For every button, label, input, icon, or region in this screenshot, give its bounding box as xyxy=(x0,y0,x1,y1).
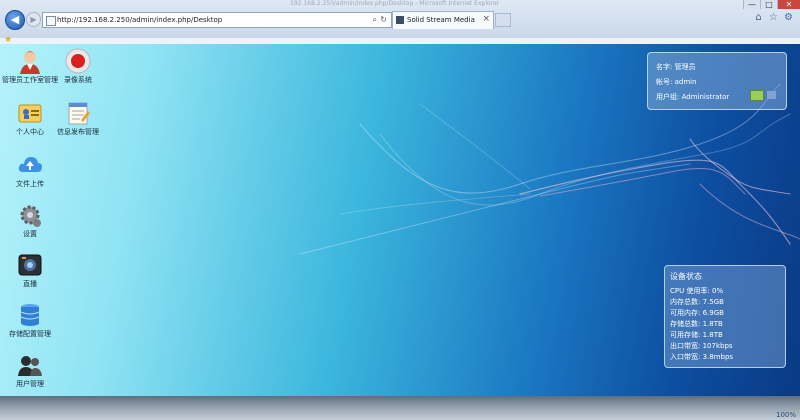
window-title: 192.168.2.250/admin/index.php/Desktop - … xyxy=(290,0,500,7)
page-icon xyxy=(46,16,56,26)
status-storage-total: 存储总数: 1.8TB xyxy=(670,320,723,328)
desktop: 管理员工作室管理 录像系统 个人中心 信息发布管理 文件上传 设置 直播 存储配… xyxy=(0,44,800,396)
back-icon: ◀ xyxy=(10,13,20,26)
icon-label: 录像系统 xyxy=(64,76,92,84)
tab-favicon-icon xyxy=(396,16,404,24)
id-card-icon xyxy=(17,100,43,126)
toolbar-icons: ⌂ ☆ ⚙ xyxy=(753,12,794,23)
url-text[interactable]: http://192.168.2.250/admin/index.php/Des… xyxy=(57,14,222,26)
home-icon[interactable]: ⌂ xyxy=(753,12,764,23)
browser-chrome: 192.168.2.250/admin/index.php/Desktop - … xyxy=(0,0,800,39)
status-cpu: CPU 使用率: 0% xyxy=(670,287,724,295)
icon-label: 直播 xyxy=(23,280,37,288)
icon-label: 信息发布管理 xyxy=(57,128,99,136)
user-name: 名字: 管理员 xyxy=(656,63,696,71)
desktop-icon-record[interactable]: 录像系统 xyxy=(50,48,106,85)
favorites-icon[interactable]: ☆ xyxy=(768,12,779,23)
search-icon[interactable]: ⌕ xyxy=(373,13,377,26)
desktop-icon-settings[interactable]: 设置 xyxy=(2,202,58,239)
maximize-button[interactable]: □ xyxy=(760,0,777,9)
record-icon xyxy=(65,48,91,74)
logout-icon[interactable] xyxy=(767,91,776,99)
close-window-button[interactable]: ✕ xyxy=(777,0,800,9)
desktop-icon-storage[interactable]: 存储配置管理 xyxy=(2,302,58,339)
icon-label: 存储配置管理 xyxy=(9,330,51,338)
status-mem-total: 内存总数: 7.5GB xyxy=(670,298,724,306)
close-tab-icon[interactable]: × xyxy=(482,14,490,24)
icon-label: 文件上传 xyxy=(16,180,44,188)
taskbar: 100% xyxy=(0,396,800,420)
user-info-panel: 名字: 管理员 帐号: admin 用户组: Administrator xyxy=(647,52,787,110)
gear-icon xyxy=(17,202,43,228)
status-title: 设备状态 xyxy=(670,272,702,281)
back-button[interactable]: ◀ xyxy=(5,10,25,30)
address-bar[interactable]: http://192.168.2.250/admin/index.php/Des… xyxy=(42,12,392,28)
status-mem-free: 可用内存: 6.9GB xyxy=(670,309,724,317)
tab-title: Solid Stream Media Syst... xyxy=(407,16,477,24)
desktop-icon-users[interactable]: 用户管理 xyxy=(2,352,58,389)
user-account: 帐号: admin xyxy=(656,78,697,86)
settings-icon[interactable]: ⚙ xyxy=(783,12,794,23)
monitor-icon[interactable] xyxy=(750,90,764,101)
desktop-icon-live[interactable]: 直播 xyxy=(2,252,58,289)
status-storage-free: 可用存储: 1.8TB xyxy=(670,331,723,339)
desktop-icon-upload[interactable]: 文件上传 xyxy=(2,152,58,189)
forward-button[interactable]: ▶ xyxy=(26,12,41,27)
user-group: 用户组: Administrator xyxy=(656,93,730,101)
camera-icon xyxy=(17,252,43,278)
icon-label: 用户管理 xyxy=(16,380,44,388)
zoom-level[interactable]: 100% xyxy=(776,411,796,419)
cloud-upload-icon xyxy=(17,152,43,178)
forward-icon: ▶ xyxy=(30,15,37,24)
user-icon xyxy=(17,48,43,74)
notepad-icon xyxy=(65,100,91,126)
desktop-icon-notes[interactable]: 信息发布管理 xyxy=(50,100,106,137)
status-bw-out: 出口带宽: 107kbps xyxy=(670,342,733,350)
minimize-button[interactable]: — xyxy=(743,0,760,9)
device-status-panel: 设备状态 CPU 使用率: 0% 内存总数: 7.5GB 可用内存: 6.9GB… xyxy=(664,265,786,368)
users-icon xyxy=(17,352,43,378)
browser-tab[interactable]: Solid Stream Media Syst... × xyxy=(392,11,494,29)
status-bw-in: 入口带宽: 3.8mbps xyxy=(670,353,734,361)
database-icon xyxy=(17,302,43,328)
new-tab-button[interactable] xyxy=(495,13,511,27)
refresh-icon[interactable]: ↻ xyxy=(380,13,387,26)
icon-label: 设置 xyxy=(23,230,37,238)
window-controls: — □ ✕ xyxy=(743,0,800,10)
